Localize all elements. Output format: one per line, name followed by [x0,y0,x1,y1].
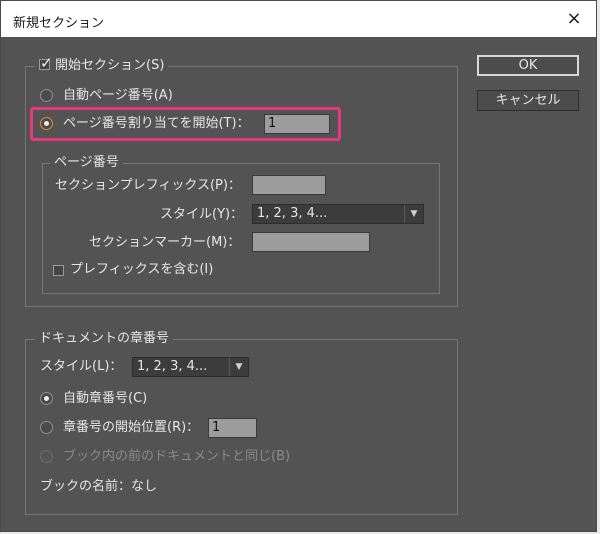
same-as-previous-radio[interactable] [40,450,53,463]
page-numbering-legend: ページ番号 [50,155,123,171]
chapter-numbering-legend: ドキュメントの章番号 [35,331,174,347]
cancel-button[interactable]: キャンセル [477,90,579,111]
chevron-down-icon: ▼ [404,205,423,223]
page-style-value: 1, 2, 3, 4... [257,206,328,221]
start-section-label: 開始セクション(S) [55,58,165,73]
section-marker-label: セクションマーカー(M)： [89,235,241,250]
include-prefix-label: プレフィックスを含む(I) [70,262,214,277]
same-as-previous-label: ブック内の前のドキュメントと同じ(B) [63,449,291,464]
auto-page-number-radio[interactable] [40,89,53,102]
start-page-number-radio[interactable] [40,117,53,130]
close-icon[interactable]: × [552,1,596,37]
new-section-dialog: 新規セクション × OK キャンセル ✓ 開始セクション(S) 自動ページ番号(… [0,0,597,532]
start-section-checkbox[interactable]: ✓ [39,55,53,71]
checkmark-icon: ✓ [40,54,53,72]
chapter-style-select[interactable]: 1, 2, 3, 4... ▼ [132,357,249,377]
auto-chapter-radio[interactable] [40,392,53,405]
chevron-down-icon: ▼ [229,358,248,376]
section-marker-input[interactable] [252,232,370,252]
start-section-legend: ✓ 開始セクション(S) [35,55,169,74]
section-prefix-input[interactable] [252,175,326,195]
chapter-start-label: 章番号の開始位置(R)： [63,420,200,435]
chapter-style-value: 1, 2, 3, 4... [137,359,208,374]
auto-chapter-label: 自動章番号(C) [63,391,148,406]
dialog-title: 新規セクション [13,16,105,31]
dialog-body: OK キャンセル ✓ 開始セクション(S) 自動ページ番号(A) ページ番号割り… [1,37,596,531]
ok-button[interactable]: OK [477,55,579,76]
start-page-number-label: ページ番号割り当てを開始(T)： [63,116,250,131]
chapter-style-label: スタイル(L)： [40,359,123,374]
section-prefix-label: セクションプレフィックス(P)： [55,178,241,193]
start-page-number-input[interactable]: 1 [264,114,330,134]
chapter-start-radio[interactable] [40,421,53,434]
page-style-label: スタイル(Y)： [160,207,244,222]
chapter-start-input[interactable]: 1 [208,418,257,438]
title-bar: 新規セクション × [1,1,596,37]
include-prefix-checkbox[interactable] [53,265,64,276]
book-name-label: ブックの名前：なし [40,479,158,494]
auto-page-number-label: 自動ページ番号(A) [63,88,173,103]
page-style-select[interactable]: 1, 2, 3, 4... ▼ [252,204,424,224]
